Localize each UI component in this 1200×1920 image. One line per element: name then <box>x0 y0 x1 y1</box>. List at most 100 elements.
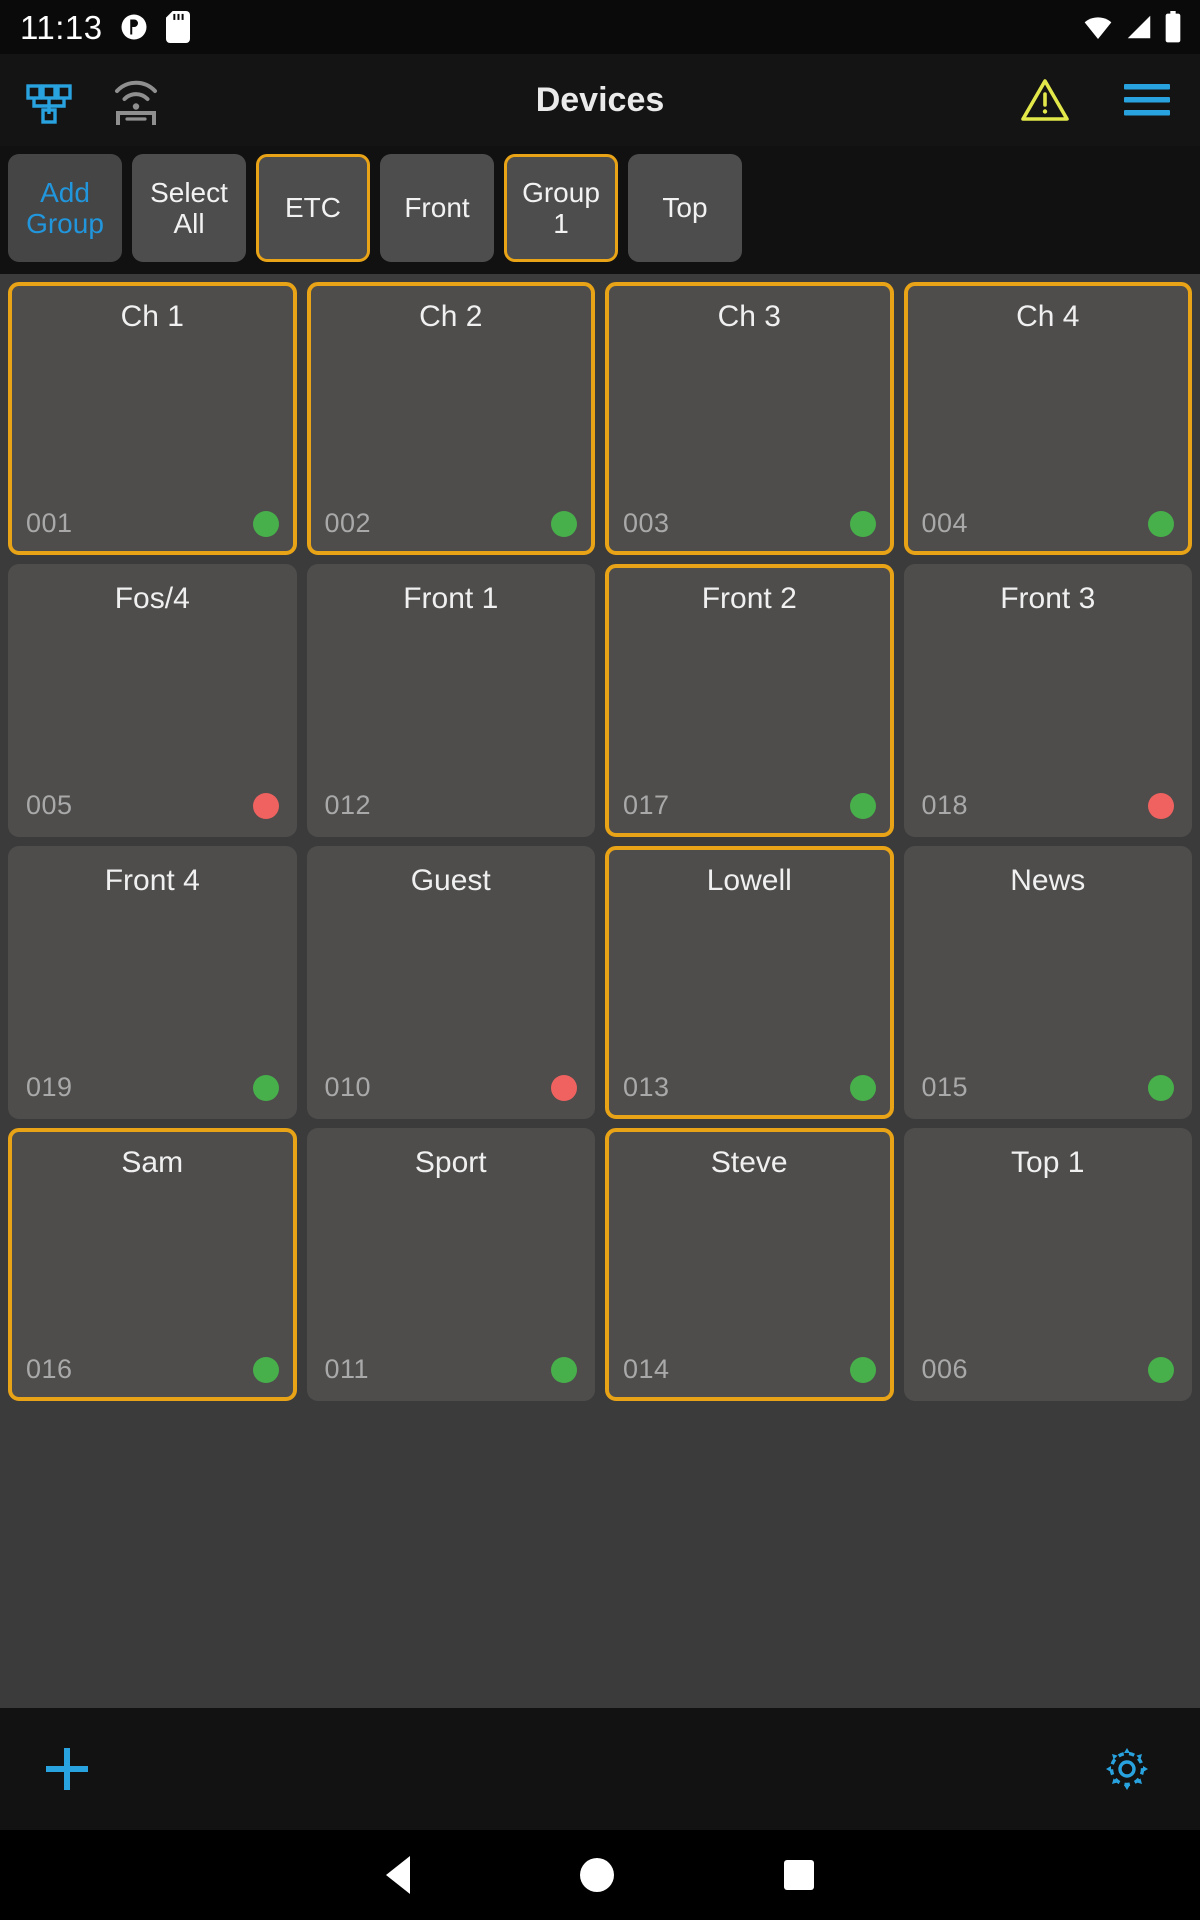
device-card-title: Front 4 <box>104 864 200 897</box>
device-card[interactable]: News 015 <box>903 846 1192 1119</box>
device-card-footer: 015 <box>922 1072 1174 1105</box>
group-button-label: Front <box>404 192 470 224</box>
device-card-footer: 010 <box>325 1072 577 1105</box>
device-card-footer: 013 <box>623 1072 876 1105</box>
device-card-title: Sam <box>121 1146 184 1179</box>
device-status-indicator <box>849 1074 876 1101</box>
device-card[interactable]: Sport 011 <box>306 1128 595 1401</box>
device-card-title: Guest <box>410 864 491 897</box>
device-card-footer: 003 <box>623 508 876 541</box>
group-button-add-group[interactable]: Add Group <box>8 154 122 262</box>
wifi-icon <box>1082 11 1114 43</box>
device-card[interactable]: Front 1 012 <box>306 564 595 837</box>
group-button-label: ETC <box>285 192 341 224</box>
device-status-indicator <box>849 1356 876 1383</box>
device-card[interactable]: Front 4 019 <box>8 846 297 1119</box>
device-card[interactable]: Fos/4 005 <box>8 564 297 837</box>
device-card-footer: 014 <box>623 1354 876 1387</box>
device-card-footer: 004 <box>921 508 1174 541</box>
group-button-group-1[interactable]: Group 1 <box>504 154 618 262</box>
device-card-id: 013 <box>623 1072 670 1102</box>
device-status-indicator <box>849 792 876 819</box>
device-card-footer: 016 <box>26 1354 279 1387</box>
device-status-indicator <box>551 1356 577 1383</box>
device-card-id: 018 <box>921 790 969 820</box>
device-card-title: Front 2 <box>701 582 797 615</box>
settings-gear-icon[interactable] <box>1102 1744 1152 1794</box>
device-card-id: 016 <box>26 1354 73 1384</box>
group-button-label: Group 1 <box>522 176 600 239</box>
group-button-label: Top <box>662 192 708 224</box>
device-grid-container[interactable]: Ch 1 001 Ch 2 002 Ch 3 003 Ch 4 004 Fos/4 005 Fron… <box>0 274 1200 1708</box>
android-status-bar: 11:13 <box>0 0 1200 54</box>
device-card-title: Lowell <box>706 864 792 897</box>
status-bar-left: 11:13 <box>20 11 191 44</box>
device-status-indicator <box>551 1074 577 1101</box>
device-card-title: Front 3 <box>1000 582 1096 615</box>
cellular-signal-icon <box>1124 12 1154 42</box>
network-topology-icon[interactable] <box>26 76 72 124</box>
device-status-indicator <box>252 1356 279 1383</box>
app-root: 11:13 Devices Add Group Select All ETC F… <box>0 0 1200 1920</box>
device-status-indicator <box>1148 792 1174 819</box>
device-card-title: Steve <box>710 1146 788 1179</box>
app-bar-right-icons <box>1020 77 1178 123</box>
device-card[interactable]: Ch 2 002 <box>306 282 595 555</box>
device-card-title: Ch 4 <box>1016 300 1080 333</box>
device-card-title: Fos/4 <box>114 582 190 615</box>
device-status-indicator <box>1148 1074 1174 1101</box>
wireless-access-point-icon[interactable] <box>110 75 162 125</box>
group-button-label: Select All <box>150 176 228 239</box>
group-button-top[interactable]: Top <box>628 154 742 262</box>
status-bar-right <box>1082 11 1182 43</box>
recents-icon[interactable] <box>784 1860 814 1890</box>
home-icon[interactable] <box>580 1858 614 1892</box>
device-card-id: 004 <box>921 508 969 538</box>
device-card-footer: 006 <box>921 1354 1174 1387</box>
device-card-id: 006 <box>921 1354 969 1384</box>
device-status-indicator <box>252 1074 279 1101</box>
group-button-front[interactable]: Front <box>380 154 494 262</box>
device-card-id: 012 <box>324 790 372 820</box>
device-card-footer: 001 <box>26 508 279 541</box>
device-status-indicator <box>551 793 577 819</box>
device-card-title: Front 1 <box>403 582 499 615</box>
group-button-select-all[interactable]: Select All <box>132 154 246 262</box>
app-bar-left-icons <box>26 75 162 125</box>
do-not-disturb-icon <box>119 12 149 42</box>
android-nav-bar <box>0 1830 1200 1920</box>
device-card-footer: 012 <box>325 790 578 823</box>
device-card-title: Ch 1 <box>120 300 184 333</box>
back-icon[interactable] <box>386 1856 410 1894</box>
device-card[interactable]: Ch 1 001 <box>8 282 297 555</box>
device-card-title: Sport <box>414 1146 487 1179</box>
add-plus-icon[interactable] <box>42 1744 92 1794</box>
device-card-id: 001 <box>26 508 73 538</box>
device-card-title: News <box>1010 864 1086 897</box>
group-filter-bar: Add Group Select All ETC Front Group 1 Top <box>0 146 1200 274</box>
device-card[interactable]: Front 3 018 <box>903 564 1192 837</box>
group-button-etc[interactable]: ETC <box>256 154 370 262</box>
device-card[interactable]: Lowell 013 <box>605 846 894 1119</box>
warning-icon[interactable] <box>1020 77 1070 123</box>
device-card-footer: 002 <box>325 508 577 541</box>
device-card-id: 005 <box>26 790 73 820</box>
device-card[interactable]: Ch 3 003 <box>605 282 894 555</box>
device-card[interactable]: Ch 4 004 <box>903 282 1192 555</box>
device-grid: Ch 1 001 Ch 2 002 Ch 3 003 Ch 4 004 Fos/4 005 Fron… <box>8 282 1192 1401</box>
device-card[interactable]: Sam 016 <box>8 1128 297 1401</box>
menu-icon[interactable] <box>1124 82 1170 118</box>
app-bar: Devices <box>0 54 1200 146</box>
device-status-indicator <box>1148 510 1174 537</box>
device-card-footer: 018 <box>921 790 1174 823</box>
device-card[interactable]: Guest 010 <box>306 846 595 1119</box>
sd-card-icon <box>165 11 191 43</box>
device-card-footer: 005 <box>26 790 279 823</box>
device-card-id: 017 <box>623 790 670 820</box>
device-card[interactable]: Steve 014 <box>605 1128 894 1401</box>
device-card[interactable]: Top 1 006 <box>903 1128 1192 1401</box>
device-card-title: Top 1 <box>1011 1146 1085 1179</box>
device-card[interactable]: Front 2 017 <box>605 564 894 837</box>
status-bar-clock: 11:13 <box>20 8 103 46</box>
device-status-indicator <box>252 510 279 537</box>
